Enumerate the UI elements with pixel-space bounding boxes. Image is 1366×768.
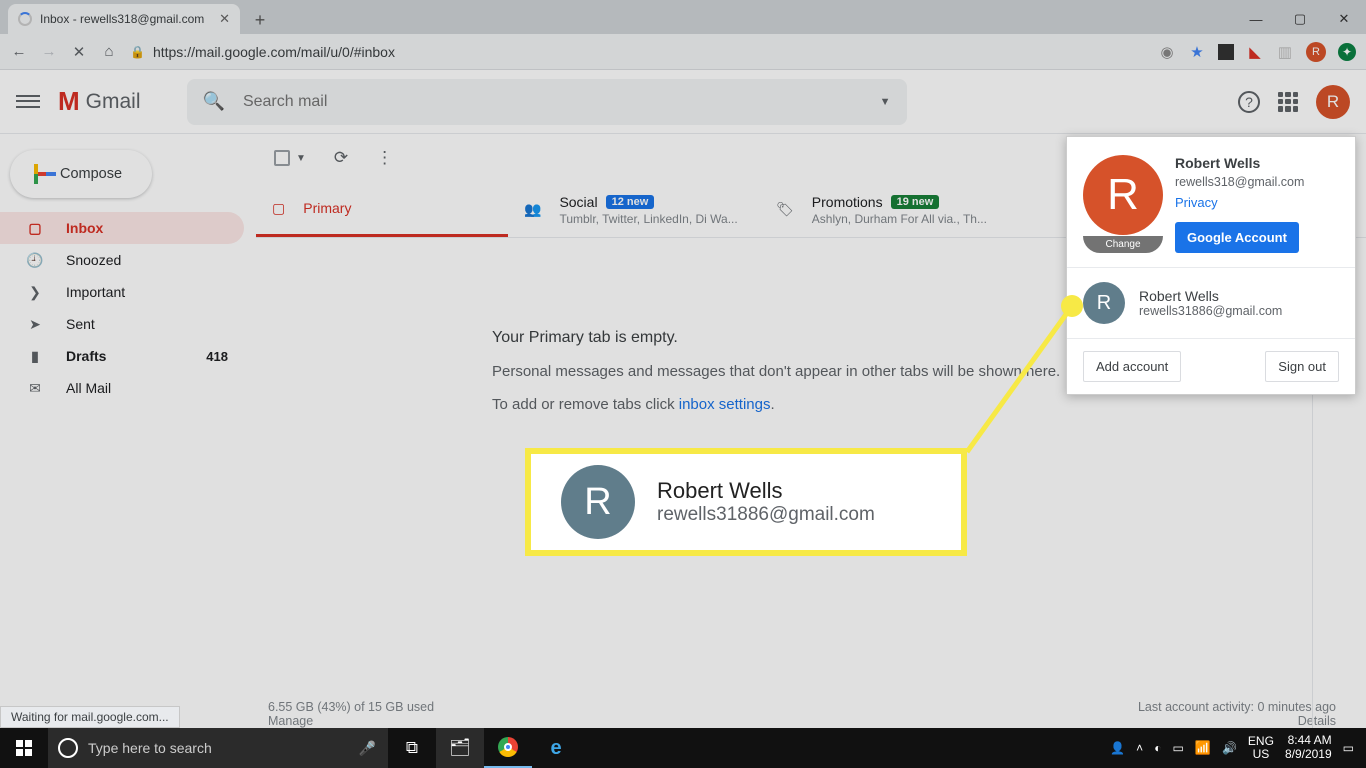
tray-caret-icon[interactable]: ˄ [1136, 741, 1143, 755]
windows-icon [16, 740, 32, 756]
file-explorer-icon[interactable]: 🗂 [436, 728, 484, 768]
mic-icon[interactable]: 🎤 [359, 740, 376, 757]
callout-name: Robert Wells [657, 478, 875, 504]
taskbar-search-placeholder: Type here to search [88, 740, 212, 756]
annotation-dot [1061, 295, 1083, 317]
edge-taskbar-icon[interactable]: e [532, 728, 580, 768]
task-view-icon[interactable]: ⧉ [388, 728, 436, 768]
callout-avatar: R [561, 465, 635, 539]
callout-email: rewells31886@gmail.com [657, 504, 875, 526]
volume-icon[interactable]: 🔊 [1222, 741, 1237, 755]
chrome-taskbar-icon[interactable] [484, 728, 532, 768]
wifi-icon[interactable]: 📶 [1195, 740, 1211, 756]
start-button[interactable] [0, 740, 48, 756]
clock-time: 8:44 AM [1285, 734, 1332, 748]
language-indicator[interactable]: ENG US [1248, 735, 1274, 761]
clock-date: 8/9/2019 [1285, 748, 1332, 762]
tray-app-icon[interactable]: ◐ [1154, 741, 1161, 755]
battery-icon[interactable]: ▭ [1172, 741, 1183, 755]
lang-line2: US [1248, 748, 1274, 761]
cortana-icon [58, 738, 78, 758]
people-icon[interactable]: 👤 [1110, 741, 1125, 755]
avatar-initial: R [584, 481, 611, 524]
taskbar-search[interactable]: Type here to search 🎤 [48, 728, 388, 768]
annotation-line [0, 0, 1366, 768]
system-tray: 👤 ˄ ◐ ▭ 📶 🔊 ENG US 8:44 AM 8/9/2019 ▭ [1110, 734, 1366, 762]
taskbar-clock[interactable]: 8:44 AM 8/9/2019 [1285, 734, 1332, 762]
annotation-callout: R Robert Wells rewells31886@gmail.com [525, 448, 967, 556]
notifications-icon[interactable]: ▭ [1343, 741, 1354, 755]
windows-taskbar: Type here to search 🎤 ⧉ 🗂 e 👤 ˄ ◐ ▭ 📶 🔊 … [0, 728, 1366, 768]
